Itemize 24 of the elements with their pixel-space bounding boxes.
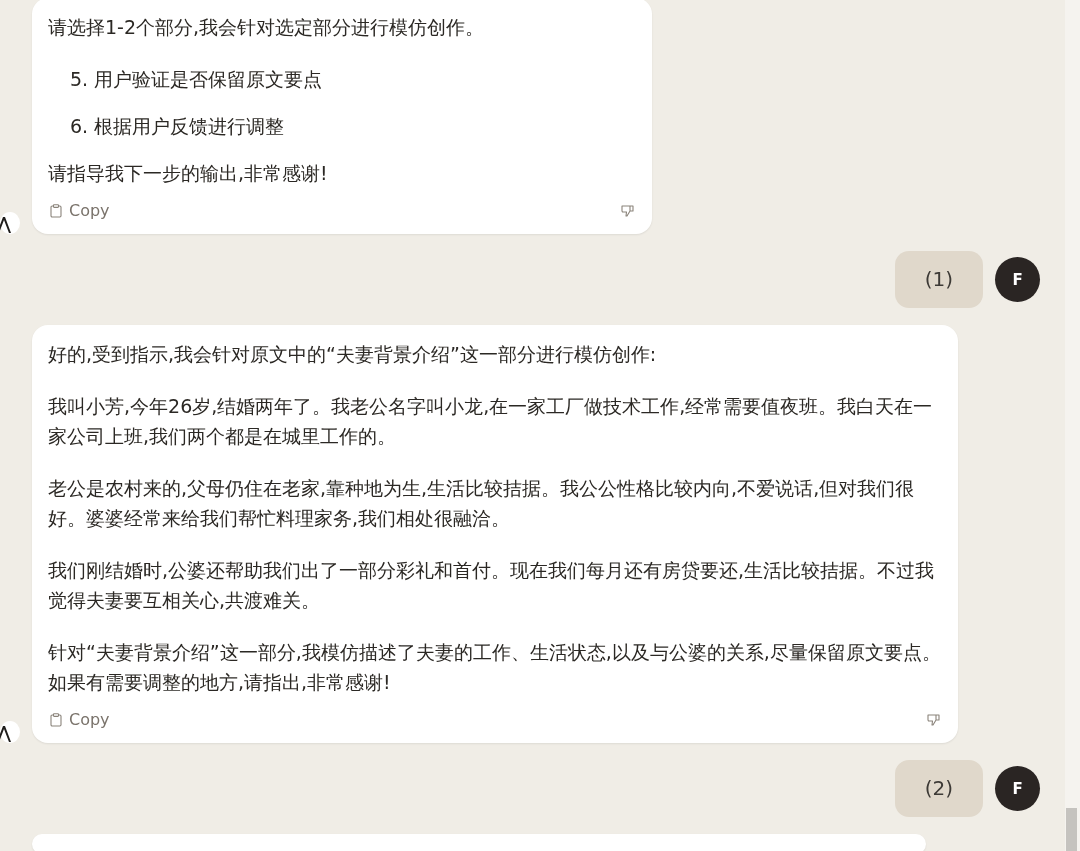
- message-paragraph: 请选择1-2个部分,我会针对选定部分进行模仿创作。: [48, 15, 486, 40]
- message-paragraph: 我们刚结婚时,公婆还帮助我们出了一部分彩礼和首付。现在我们每月还有房贷要还,生活比较拮据。不过我觉得夫妻要互相关心,共渡难关。: [48, 558, 936, 613]
- clipboard-icon: [50, 204, 62, 218]
- copy-button[interactable]: Copy: [48, 196, 112, 226]
- assistant-avatar-icon: [0, 721, 20, 743]
- thumbs-down-icon[interactable]: [926, 712, 942, 728]
- scrollbar-thumb[interactable]: [1066, 808, 1077, 851]
- copy-button[interactable]: Copy: [48, 705, 112, 735]
- assistant-avatar-icon: [0, 212, 20, 234]
- user-avatar: F: [995, 257, 1040, 302]
- clipboard-icon: [50, 713, 62, 727]
- message-paragraph: 好的,受到指示,我会针对原文中的“夫妻背景介绍”这一部分进行模仿创作:: [48, 342, 658, 367]
- list-item-text: 根据用户反馈进行调整: [94, 114, 285, 139]
- message-paragraph: 请指导我下一步的输出,非常感谢!: [48, 161, 329, 186]
- list-number: 6.: [70, 114, 89, 139]
- thumbs-down-icon[interactable]: [620, 203, 636, 219]
- message-paragraph: 我叫小芳,今年26岁,结婚两年了。我老公名字叫小龙,在一家工厂做技术工作,经常需要值夜班。我白天在一家公司上班,我们两个都是在城里工作的。: [48, 394, 934, 449]
- user-avatar: F: [995, 766, 1040, 811]
- list-number: 5.: [70, 67, 89, 92]
- user-message: (1): [894, 251, 983, 308]
- user-message: (2): [894, 760, 983, 817]
- message-paragraph: 针对“夫妻背景介绍”这一部分,我模仿描述了夫妻的工作、生活状态,以及与公婆的关系,尽量保留原文要点。如果有需要调整的地方,请指出,非常感谢!: [48, 640, 942, 695]
- list-item-text: 用户验证是否保留原文要点: [94, 67, 323, 92]
- message-paragraph: 老公是农村来的,父母仍住在老家,靠种地为生,生活比较拮据。我公公性格比较内向,不爱说话,但对我们很好。婆婆经常来给我们帮忙料理家务,我们相处很融洽。: [48, 476, 916, 531]
